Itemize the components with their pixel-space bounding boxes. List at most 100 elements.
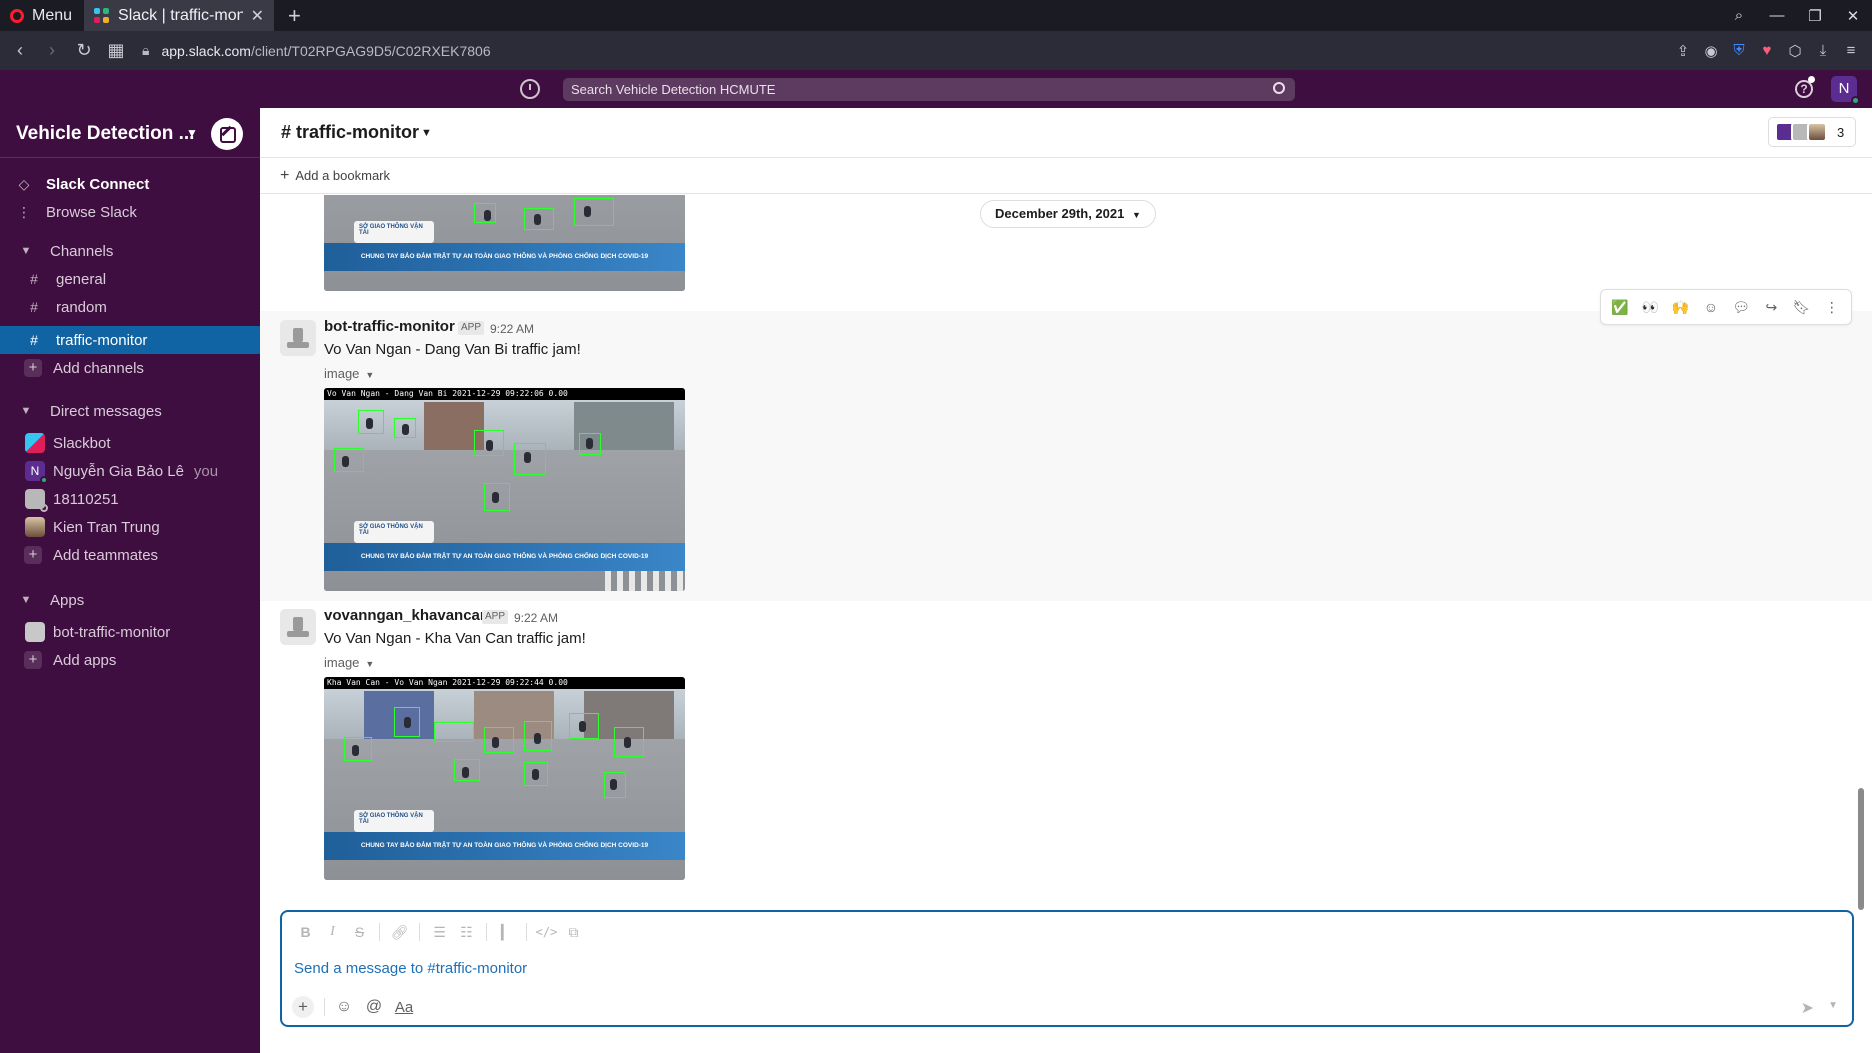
blockquote-icon[interactable]: ▎ (493, 924, 520, 941)
italic-icon[interactable]: I (319, 924, 346, 940)
back-icon[interactable]: ‹ (4, 40, 36, 61)
dm-section-header[interactable]: ▼ Direct messages (0, 397, 260, 425)
app-badge: APP (482, 610, 509, 624)
apps-section-header[interactable]: ▼ Apps (0, 586, 260, 614)
app-label: bot-traffic-monitor (53, 623, 171, 641)
schedule-chevron-icon[interactable]: ▼ (1828, 1000, 1838, 1011)
caret-down-icon: ▼ (365, 659, 375, 669)
add-bookmark-link[interactable]: Add a bookmark (295, 168, 390, 183)
easy-setup-icon[interactable]: ≡ (1840, 42, 1862, 59)
url-field[interactable]: 🔒︎ app.slack.com/client/T02RPGAG9D5/C02R… (142, 42, 491, 59)
message-list-scrollbar[interactable] (1858, 788, 1864, 910)
emoji-icon[interactable]: ☺ (329, 998, 359, 1016)
message-image[interactable]: SỞ GIAO THÔNG VẬN TẢI CHUNG TAY BẢO ĐẢM … (324, 195, 685, 291)
sidebar-item-add-apps[interactable]: + Add apps (0, 646, 260, 674)
message-timestamp[interactable]: 9:22 AM (490, 322, 534, 336)
reload-icon[interactable]: ↻ (68, 40, 100, 61)
plus-icon[interactable]: + (280, 167, 289, 185)
strikethrough-icon[interactable]: S (346, 924, 373, 940)
browser-tab-title: Slack | traffic-monito (118, 6, 243, 24)
plus-icon: + (24, 546, 42, 564)
heart-icon[interactable]: ♥ (1756, 42, 1778, 59)
tab-close-icon[interactable]: ✕ (251, 6, 264, 26)
bulleted-list-icon[interactable]: ☷ (453, 924, 480, 941)
dm-label: Slackbot (53, 434, 111, 452)
mention-icon[interactable]: @ (359, 998, 389, 1016)
checkmark-reaction-icon[interactable]: ✅ (1607, 294, 1633, 320)
workspace-header[interactable]: Vehicle Detection ... ▼ (0, 108, 260, 158)
eyes-reaction-icon[interactable]: 👀 (1637, 294, 1663, 320)
sidebar-item-slack-connect[interactable]: ◇ Slack Connect (0, 170, 260, 198)
link-icon[interactable]: 🔗︎ (386, 924, 413, 941)
minimize-icon[interactable]: — (1758, 7, 1796, 24)
message-input[interactable]: Send a message to #traffic-monitor (294, 960, 1094, 977)
text-style-button[interactable]: Aa (389, 999, 419, 1016)
cube-icon[interactable]: ⬡ (1784, 42, 1806, 60)
sidebar-item-general[interactable]: # general (0, 265, 260, 293)
browser-search-icon[interactable]: ⌕ (1720, 7, 1758, 24)
attachment-label: image (324, 366, 360, 381)
url-domain: app.slack.com (161, 42, 251, 59)
image-sign: SỞ GIAO THÔNG VẬN TẢI (354, 521, 434, 543)
sidebar-item-18110251[interactable]: 18110251 (0, 485, 260, 513)
camera-icon[interactable]: ◉ (1700, 42, 1722, 60)
message-timestamp[interactable]: 9:22 AM (514, 611, 558, 625)
tabs-grid-icon[interactable]: ▦ (100, 40, 132, 61)
history-icon[interactable] (520, 79, 540, 99)
message-image[interactable]: Kha Van Can - Vo Van Ngan 2021-12-29 09:… (324, 677, 685, 880)
share-icon[interactable]: ⇪ (1672, 42, 1694, 60)
sidebar-item-self[interactable]: N Nguyễn Gia Bảo Lê you (0, 457, 260, 485)
browser-tab-slack[interactable]: Slack | traffic-monito ✕ (84, 0, 275, 31)
sidebar-item-add-channels[interactable]: + Add channels (0, 354, 260, 382)
close-window-icon[interactable]: ✕ (1834, 7, 1872, 25)
date-divider[interactable]: December 29th, 2021 ▼ (980, 200, 1156, 228)
bot-avatar[interactable] (280, 609, 316, 645)
share-message-icon[interactable]: ↪ (1758, 294, 1784, 320)
message-image[interactable]: Vo Van Ngan - Dang Van Bi 2021-12-29 09:… (324, 388, 685, 591)
shield-icon[interactable]: ⛨ (1728, 42, 1750, 59)
more-vertical-icon: ⋮ (17, 203, 31, 220)
sidebar-item-browse-slack[interactable]: ⋮ Browse Slack (0, 198, 260, 226)
bookmark-icon[interactable]: 🔖︎ (1789, 294, 1815, 320)
code-icon[interactable]: </> (533, 925, 560, 939)
restore-icon[interactable]: ❐ (1796, 7, 1834, 25)
code-block-icon[interactable]: ⧉ (560, 924, 587, 941)
workspace-search-input[interactable]: Search Vehicle Detection HCMUTE (563, 78, 1295, 101)
attachment-toggle[interactable]: image ▼ (324, 366, 374, 381)
self-avatar: N (25, 461, 48, 484)
members-button[interactable]: 3 (1768, 117, 1856, 147)
channel-header: # traffic-monitor ▼ 3 (260, 108, 1872, 158)
channel-title[interactable]: # traffic-monitor (281, 122, 419, 143)
message-sender[interactable]: vovanngan_khavancan (324, 607, 489, 624)
sidebar-item-traffic-monitor[interactable]: # traffic-monitor (0, 326, 260, 354)
add-reaction-icon[interactable]: ☺ (1698, 294, 1724, 320)
sidebar-item-kien-tran-trung[interactable]: Kien Tran Trung (0, 513, 260, 541)
forward-icon[interactable]: › (36, 40, 68, 61)
raised-hands-reaction-icon[interactable]: 🙌 (1668, 294, 1694, 320)
sidebar-item-bot-traffic-monitor[interactable]: bot-traffic-monitor (0, 618, 260, 646)
sidebar-item-slackbot[interactable]: Slackbot (0, 429, 260, 457)
image-sign: SỞ GIAO THÔNG VẬN TẢI (354, 221, 434, 243)
sidebar-item-add-teammates[interactable]: + Add teammates (0, 541, 260, 569)
reply-thread-icon[interactable]: 💬︎ (1728, 294, 1754, 320)
message-sender[interactable]: bot-traffic-monitor (324, 318, 455, 335)
new-tab-button[interactable]: + (274, 3, 315, 29)
user-avatar[interactable]: N (1831, 76, 1860, 105)
you-suffix: you (193, 462, 219, 480)
sidebar-item-random[interactable]: # random (0, 293, 260, 321)
attachment-toggle[interactable]: image ▼ (324, 655, 374, 670)
bold-icon[interactable]: B (292, 924, 319, 940)
compose-icon[interactable] (211, 118, 243, 150)
bot-avatar[interactable] (280, 320, 316, 356)
add-teammates-label: Add teammates (53, 546, 159, 564)
send-icon[interactable]: ➤ (1801, 998, 1814, 1018)
ordered-list-icon[interactable]: ☰ (426, 924, 453, 941)
more-actions-icon[interactable]: ⋮ (1819, 294, 1845, 320)
download-icon[interactable]: ⤓ (1812, 42, 1834, 59)
browser-menu-button[interactable]: Menu (0, 0, 84, 31)
channels-section-header[interactable]: ▼ Channels (0, 237, 260, 265)
attach-plus-icon[interactable]: + (292, 996, 314, 1018)
chevron-down-icon[interactable]: ▼ (421, 127, 432, 139)
search-icon (1273, 82, 1285, 94)
caret-down-icon: ▼ (20, 245, 32, 257)
